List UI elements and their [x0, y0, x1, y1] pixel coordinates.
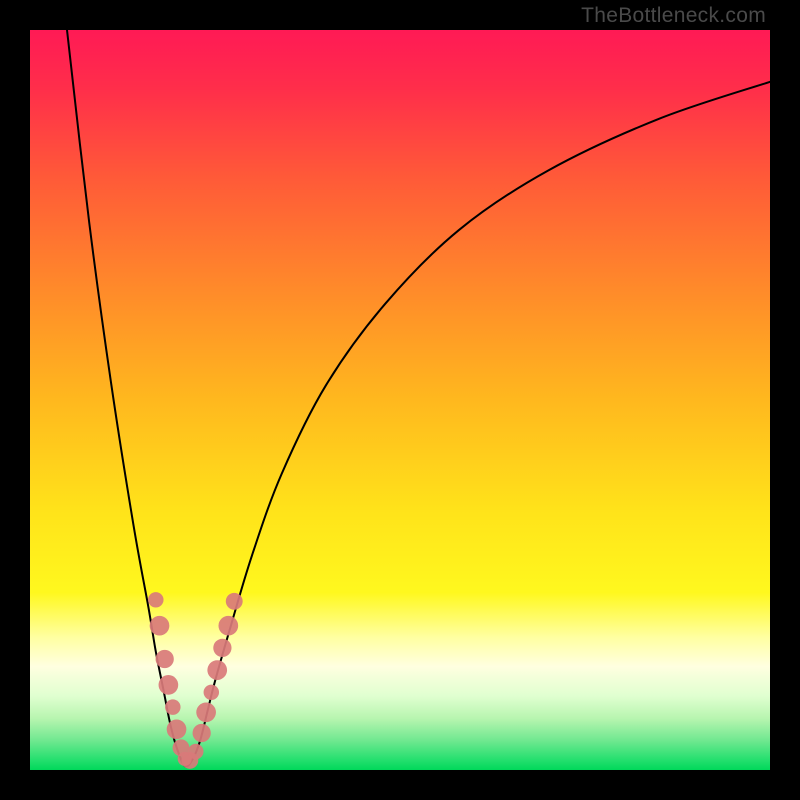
data-marker: [159, 675, 179, 695]
plot-area: [30, 30, 770, 770]
data-marker: [204, 685, 219, 700]
data-marker: [156, 650, 174, 668]
data-marker: [150, 616, 170, 636]
watermark-text: TheBottleneck.com: [581, 4, 766, 28]
data-marker: [196, 702, 216, 722]
data-marker: [193, 724, 211, 742]
curve-layer: [30, 30, 770, 770]
data-marker: [226, 593, 243, 610]
data-marker: [188, 744, 203, 759]
data-marker: [218, 616, 238, 636]
data-markers: [148, 592, 243, 769]
data-marker: [165, 699, 180, 714]
data-marker: [207, 660, 227, 680]
data-marker: [148, 592, 163, 607]
chart-frame: TheBottleneck.com: [0, 0, 800, 800]
data-marker: [213, 639, 231, 657]
data-marker: [167, 719, 187, 739]
